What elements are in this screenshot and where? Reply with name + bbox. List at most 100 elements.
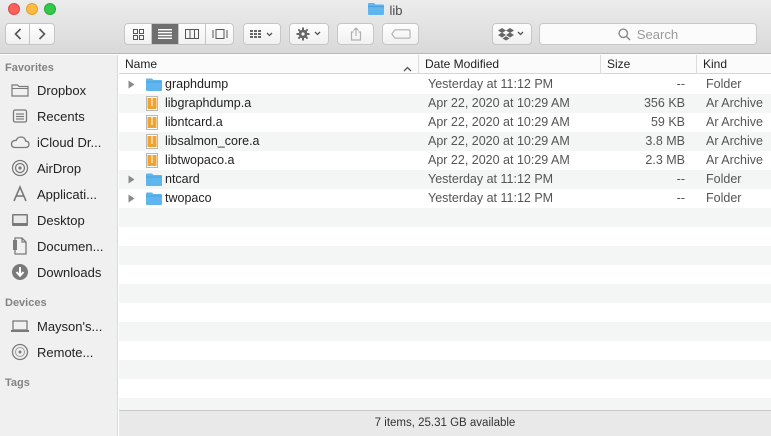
sidebar-item-downloads[interactable]: Downloads — [10, 262, 118, 282]
folder-icon — [146, 189, 162, 208]
laptop-icon — [10, 318, 30, 334]
view-mode-control — [124, 23, 234, 45]
sidebar-item-applications[interactable]: Applicati... — [10, 184, 118, 204]
column-header-date-modified[interactable]: Date Modified — [419, 55, 601, 74]
file-size: 59 KB — [650, 115, 685, 129]
dropbox-icon — [498, 28, 524, 41]
file-date-modified: Apr 22, 2020 at 10:29 AM — [428, 96, 570, 110]
search-icon — [618, 27, 631, 41]
remote-disc-icon — [10, 343, 30, 361]
file-row[interactable]: twopaco Yesterday at 11:12 PM -- Folder — [119, 189, 771, 208]
sidebar-item-laptop[interactable]: Mayson's... — [10, 316, 118, 336]
column-view-button[interactable] — [179, 24, 206, 44]
dropbox-menu-button[interactable] — [492, 23, 532, 45]
empty-row — [119, 284, 771, 303]
file-row[interactable]: libsalmon_core.a Apr 22, 2020 at 10:29 AM… — [119, 132, 771, 151]
empty-row — [119, 227, 771, 246]
action-menu-button[interactable] — [289, 23, 329, 45]
empty-row — [119, 246, 771, 265]
favorites-heading: Favorites — [5, 62, 54, 74]
folder-icon — [146, 75, 162, 94]
file-name: libsalmon_core.a — [165, 134, 260, 148]
file-name: twopaco — [165, 191, 212, 205]
file-name: libntcard.a — [165, 115, 223, 129]
sidebar-item-documents[interactable]: Documen... — [10, 236, 118, 256]
archive-file-icon — [146, 113, 162, 132]
file-size: -- — [676, 191, 685, 205]
sidebar-item-recents[interactable]: Recents — [10, 106, 118, 126]
forward-button[interactable] — [30, 24, 54, 44]
sidebar-item-remote-disc[interactable]: Remote... — [10, 342, 118, 362]
desktop-icon — [10, 212, 30, 228]
disclosure-triangle-icon[interactable] — [128, 75, 138, 94]
column-header: Name Date Modified Size Kind — [119, 55, 771, 74]
file-size: -- — [676, 77, 685, 91]
documents-icon — [10, 237, 30, 255]
applications-icon — [10, 185, 30, 202]
sidebar-item-desktop[interactable]: Desktop — [10, 210, 118, 230]
empty-row — [119, 322, 771, 341]
file-date-modified: Yesterday at 11:12 PM — [428, 191, 554, 205]
file-name: graphdump — [165, 77, 229, 91]
file-kind: Ar Archive — [706, 96, 763, 110]
list-view-button[interactable] — [152, 24, 179, 44]
file-row[interactable]: libntcard.a Apr 22, 2020 at 10:29 AM 59 KB… — [119, 113, 771, 132]
file-size: -- — [676, 172, 685, 186]
file-date-modified: Yesterday at 11:12 PM — [428, 172, 554, 186]
file-list: Name Date Modified Size Kind graphdump Ye… — [119, 55, 771, 410]
edit-tags-button[interactable] — [382, 23, 419, 45]
disclosure-triangle-icon[interactable] — [128, 189, 138, 208]
file-name: libtwopaco.a — [165, 153, 235, 167]
share-button[interactable] — [337, 23, 374, 45]
folder-icon — [146, 170, 162, 189]
file-size: 356 KB — [643, 96, 685, 110]
file-date-modified: Apr 22, 2020 at 10:29 AM — [428, 153, 570, 167]
file-row[interactable]: libtwopaco.a Apr 22, 2020 at 10:29 AM 2.3 … — [119, 151, 771, 170]
empty-row — [119, 265, 771, 284]
file-kind: Ar Archive — [706, 153, 763, 167]
sidebar-item-icloud-drive[interactable]: iCloud Dr... — [10, 132, 118, 152]
file-kind: Folder — [706, 77, 742, 91]
title-folder-icon — [368, 2, 385, 18]
devices-heading: Devices — [5, 297, 47, 309]
group-by-button[interactable] — [243, 23, 281, 45]
finder-window: lib Search Favorites Dropbox Recents iCl… — [0, 0, 771, 436]
archive-file-icon — [146, 94, 162, 113]
folder-icon — [10, 82, 30, 98]
window-title-text: lib — [389, 2, 403, 18]
tags-heading: Tags — [5, 377, 30, 389]
search-field[interactable]: Search — [539, 23, 757, 45]
column-header-kind[interactable]: Kind — [697, 55, 771, 74]
status-text: 7 items, 25.31 GB available — [374, 417, 516, 429]
sidebar: Favorites Dropbox Recents iCloud Dr... A… — [0, 55, 118, 436]
gallery-view-button[interactable] — [206, 24, 233, 44]
navigation-buttons — [5, 23, 55, 45]
file-date-modified: Apr 22, 2020 at 10:29 AM — [428, 115, 570, 129]
file-kind: Folder — [706, 172, 742, 186]
disclosure-triangle-icon[interactable] — [128, 170, 138, 189]
file-date-modified: Apr 22, 2020 at 10:29 AM — [428, 134, 570, 148]
icon-view-button[interactable] — [125, 24, 152, 44]
column-header-size[interactable]: Size — [601, 55, 697, 74]
sidebar-item-airdrop[interactable]: AirDrop — [10, 158, 118, 178]
downloads-icon — [10, 264, 30, 280]
back-button[interactable] — [6, 24, 30, 44]
file-row[interactable]: ntcard Yesterday at 11:12 PM -- Folder — [119, 170, 771, 189]
file-row[interactable]: graphdump Yesterday at 11:12 PM -- Folder — [119, 75, 771, 94]
file-row[interactable]: libgraphdump.a Apr 22, 2020 at 10:29 AM 35… — [119, 94, 771, 113]
file-size: 3.8 MB — [645, 134, 685, 148]
sidebar-item-dropbox[interactable]: Dropbox — [10, 80, 118, 100]
file-name: ntcard — [165, 172, 200, 186]
empty-row — [119, 341, 771, 360]
recents-icon — [10, 108, 30, 124]
column-header-name[interactable]: Name — [119, 55, 419, 74]
empty-row — [119, 208, 771, 227]
empty-row — [119, 398, 771, 410]
file-name: libgraphdump.a — [165, 96, 252, 110]
toolbar: lib Search — [0, 0, 771, 54]
archive-file-icon — [146, 132, 162, 151]
